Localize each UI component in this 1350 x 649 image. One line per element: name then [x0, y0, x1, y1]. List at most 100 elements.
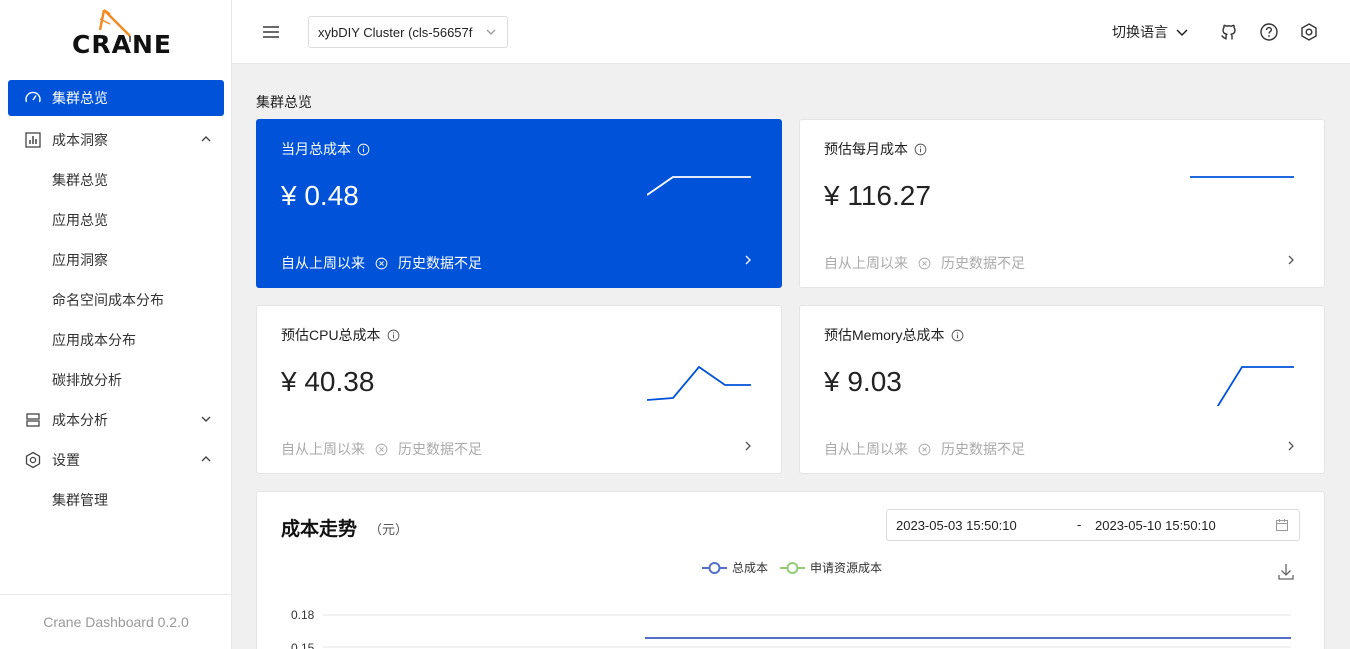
cost-trend-panel: 成本走势 （元） 2023-05-03 15:50:10 - 2023-05-1…: [256, 491, 1325, 649]
cluster-select-value: xybDIY Cluster (cls-56657f: [318, 24, 473, 40]
submenu-item-cluster-management[interactable]: 集群管理: [0, 480, 232, 520]
page-title: 集群总览: [256, 94, 312, 110]
sidebar-item-settings[interactable]: 设置: [0, 440, 232, 480]
date-range-picker[interactable]: 2023-05-03 15:50:10 - 2023-05-10 15:50:1…: [886, 509, 1300, 541]
card-value: ¥ 116.27: [824, 180, 931, 211]
language-switcher[interactable]: 切换语言: [1112, 22, 1188, 42]
card-current-month-cost[interactable]: 当月总成本 ¥ 0.48 自从上周以来 历史数据不足: [256, 119, 782, 288]
card-value: ¥ 40.38: [281, 366, 375, 397]
card-title: 当月总成本: [281, 139, 370, 159]
bar-chart-icon: [24, 131, 42, 149]
legend-label: 总成本: [732, 561, 769, 575]
settings-icon[interactable]: [1299, 22, 1319, 42]
help-icon[interactable]: [1259, 22, 1279, 42]
footer-label: 自从上周以来: [281, 255, 365, 271]
card-value: ¥ 0.48: [281, 180, 359, 211]
top-header: xybDIY Cluster (cls-56657f 切换语言: [232, 0, 1350, 64]
footer-status: 历史数据不足: [398, 255, 482, 271]
info-icon[interactable]: [951, 329, 964, 342]
download-icon[interactable]: [1278, 563, 1294, 581]
sparkline-chart: [647, 365, 751, 401]
sidebar: CRANE 集群总览 成本洞察 集群总览 应用总览 应用洞察 命名空间成本分布 …: [0, 0, 232, 649]
card-estimated-monthly-cost[interactable]: 预估每月成本 ¥ 116.27 自从上周以来 历史数据不足: [799, 119, 1325, 288]
sidebar-item-cost-analysis[interactable]: 成本分析: [0, 400, 232, 440]
sidebar-item-label: 设置: [52, 452, 80, 468]
chevron-right-icon[interactable]: [1286, 440, 1296, 452]
submenu-item-app-overview[interactable]: 应用总览: [0, 200, 232, 240]
trend-title: 成本走势: [281, 519, 358, 540]
legend-item-total-cost[interactable]: 总成本: [702, 559, 768, 576]
chart-legend: 总成本 申请资源成本: [702, 559, 894, 576]
version-label: Crane Dashboard 0.2.0: [0, 594, 232, 649]
chevron-right-icon[interactable]: [743, 254, 753, 266]
submenu-item-carbon[interactable]: 碳排放分析: [0, 360, 232, 400]
footer-status: 历史数据不足: [398, 441, 482, 457]
settings-icon: [24, 451, 42, 469]
legend-marker-icon: [702, 561, 727, 574]
submenu-item-cluster-overview[interactable]: 集群总览: [0, 160, 232, 200]
date-separator: -: [1077, 517, 1082, 532]
submenu-item-app-cost[interactable]: 应用成本分布: [0, 320, 232, 360]
chevron-down-icon: [201, 416, 211, 422]
language-label: 切换语言: [1112, 24, 1168, 40]
sidebar-item-cluster-overview[interactable]: 集群总览: [8, 80, 224, 116]
info-icon[interactable]: [914, 143, 927, 156]
cost-trend-chart: [323, 614, 1291, 648]
footer-label: 自从上周以来: [281, 441, 365, 457]
github-icon[interactable]: [1219, 22, 1239, 42]
footer-label: 自从上周以来: [824, 255, 908, 271]
legend-item-requested-cost[interactable]: 申请资源成本: [780, 559, 882, 576]
submenu-item-namespace-cost[interactable]: 命名空间成本分布: [0, 280, 232, 320]
card-title: 预估Memory总成本: [824, 325, 964, 345]
submenu-item-app-insight[interactable]: 应用洞察: [0, 240, 232, 280]
sidebar-item-label: 集群总览: [52, 90, 108, 106]
sparkline-chart: [647, 176, 751, 196]
info-icon[interactable]: [387, 329, 400, 342]
menu-toggle-icon[interactable]: [262, 22, 280, 42]
card-title: 预估每月成本: [824, 139, 927, 159]
chevron-down-icon: [1176, 29, 1188, 37]
sparkline-chart: [1190, 176, 1294, 178]
footer-status: 历史数据不足: [941, 255, 1025, 271]
card-title-text: 预估每月成本: [824, 141, 908, 157]
close-circle-icon: [375, 257, 388, 269]
close-circle-icon: [918, 257, 931, 269]
chevron-up-icon: [201, 456, 211, 462]
info-icon[interactable]: [357, 143, 370, 156]
card-footer: 自从上周以来 历史数据不足: [824, 253, 1025, 273]
card-title-text: 当月总成本: [281, 141, 351, 157]
server-icon: [24, 411, 42, 429]
cluster-select[interactable]: xybDIY Cluster (cls-56657f: [308, 16, 508, 48]
card-footer: 自从上周以来 历史数据不足: [281, 253, 482, 273]
chevron-down-icon: [486, 29, 496, 35]
card-title-text: 预估CPU总成本: [281, 327, 381, 343]
dashboard-icon: [24, 89, 42, 107]
chevron-right-icon[interactable]: [743, 440, 753, 452]
card-title: 预估CPU总成本: [281, 325, 400, 345]
logo-text: CRANE: [72, 30, 172, 59]
card-title-text: 预估Memory总成本: [824, 327, 945, 343]
calendar-icon: [1276, 519, 1288, 531]
sidebar-item-label: 成本洞察: [52, 132, 108, 148]
legend-label: 申请资源成本: [810, 561, 883, 575]
card-estimated-cpu-cost[interactable]: 预估CPU总成本 ¥ 40.38 自从上周以来 历史数据不足: [256, 305, 782, 474]
card-estimated-memory-cost[interactable]: 预估Memory总成本 ¥ 9.03 自从上周以来 历史数据不足: [799, 305, 1325, 474]
close-circle-icon: [375, 443, 388, 455]
chevron-up-icon: [201, 136, 211, 142]
close-circle-icon: [918, 443, 931, 455]
date-start[interactable]: 2023-05-03 15:50:10: [896, 518, 1017, 533]
chevron-right-icon[interactable]: [1286, 254, 1296, 266]
sidebar-menu: 集群总览 成本洞察 集群总览 应用总览 应用洞察 命名空间成本分布 应用成本分布…: [0, 80, 232, 520]
crane-logo[interactable]: CRANE: [0, 0, 232, 64]
sidebar-item-label: 成本分析: [52, 412, 108, 428]
sparkline-chart: [1216, 366, 1294, 406]
legend-marker-icon: [780, 561, 806, 574]
date-end[interactable]: 2023-05-10 15:50:10: [1095, 518, 1216, 533]
footer-status: 历史数据不足: [941, 441, 1025, 457]
sidebar-item-cost-insight[interactable]: 成本洞察: [0, 120, 232, 160]
trend-unit: （元）: [369, 522, 409, 537]
footer-label: 自从上周以来: [824, 441, 908, 457]
card-footer: 自从上周以来 历史数据不足: [281, 439, 482, 459]
card-value: ¥ 9.03: [824, 366, 902, 397]
card-footer: 自从上周以来 历史数据不足: [824, 439, 1025, 459]
